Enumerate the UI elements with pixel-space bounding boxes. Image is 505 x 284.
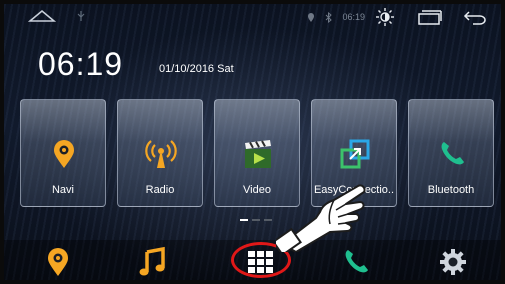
tile-label: Radio (145, 184, 175, 196)
app-tiles: Navi Radio Video Bluetooth (20, 99, 494, 209)
page-dot (264, 219, 272, 221)
page-dot-active (240, 219, 248, 221)
back-icon[interactable] (463, 9, 487, 25)
dock-music-icon[interactable] (136, 246, 172, 278)
tile-radio[interactable]: Radio (117, 99, 203, 207)
car-head-unit-screen: 06:19 06:19 01/10/2016 Sat Navi Radio Vi… (0, 0, 505, 284)
clock-time: 06:19 (38, 46, 124, 82)
recent-apps-icon[interactable] (417, 9, 443, 25)
status-time: 06:19 (342, 12, 365, 22)
dock-navigation-pin-icon[interactable] (42, 246, 78, 278)
dock-bar (4, 240, 501, 280)
dock-settings-gear-icon[interactable] (437, 246, 473, 278)
radio-antenna-icon (145, 138, 177, 170)
usb-icon (76, 10, 86, 22)
page-dot (252, 219, 260, 221)
tile-label: Navi (51, 184, 74, 196)
navigation-pin-icon (48, 138, 80, 170)
phone-icon (436, 138, 468, 170)
home-icon[interactable] (27, 9, 57, 23)
status-icons: 06:19 (307, 7, 487, 27)
page-indicator (240, 219, 272, 221)
brightness-icon[interactable] (375, 7, 395, 27)
tile-bluetooth[interactable]: Bluetooth (408, 99, 494, 207)
bluetooth-icon (325, 11, 333, 23)
easy-connection-icon (339, 138, 371, 170)
video-clapper-icon (242, 138, 274, 170)
location-icon (307, 12, 315, 23)
tile-navi[interactable]: Navi (20, 99, 106, 207)
tile-label: Bluetooth (427, 184, 475, 196)
status-bar: 06:19 (4, 4, 501, 28)
clock-date: 01/10/2016 Sat (159, 63, 234, 75)
pointing-hand-icon (272, 172, 372, 257)
